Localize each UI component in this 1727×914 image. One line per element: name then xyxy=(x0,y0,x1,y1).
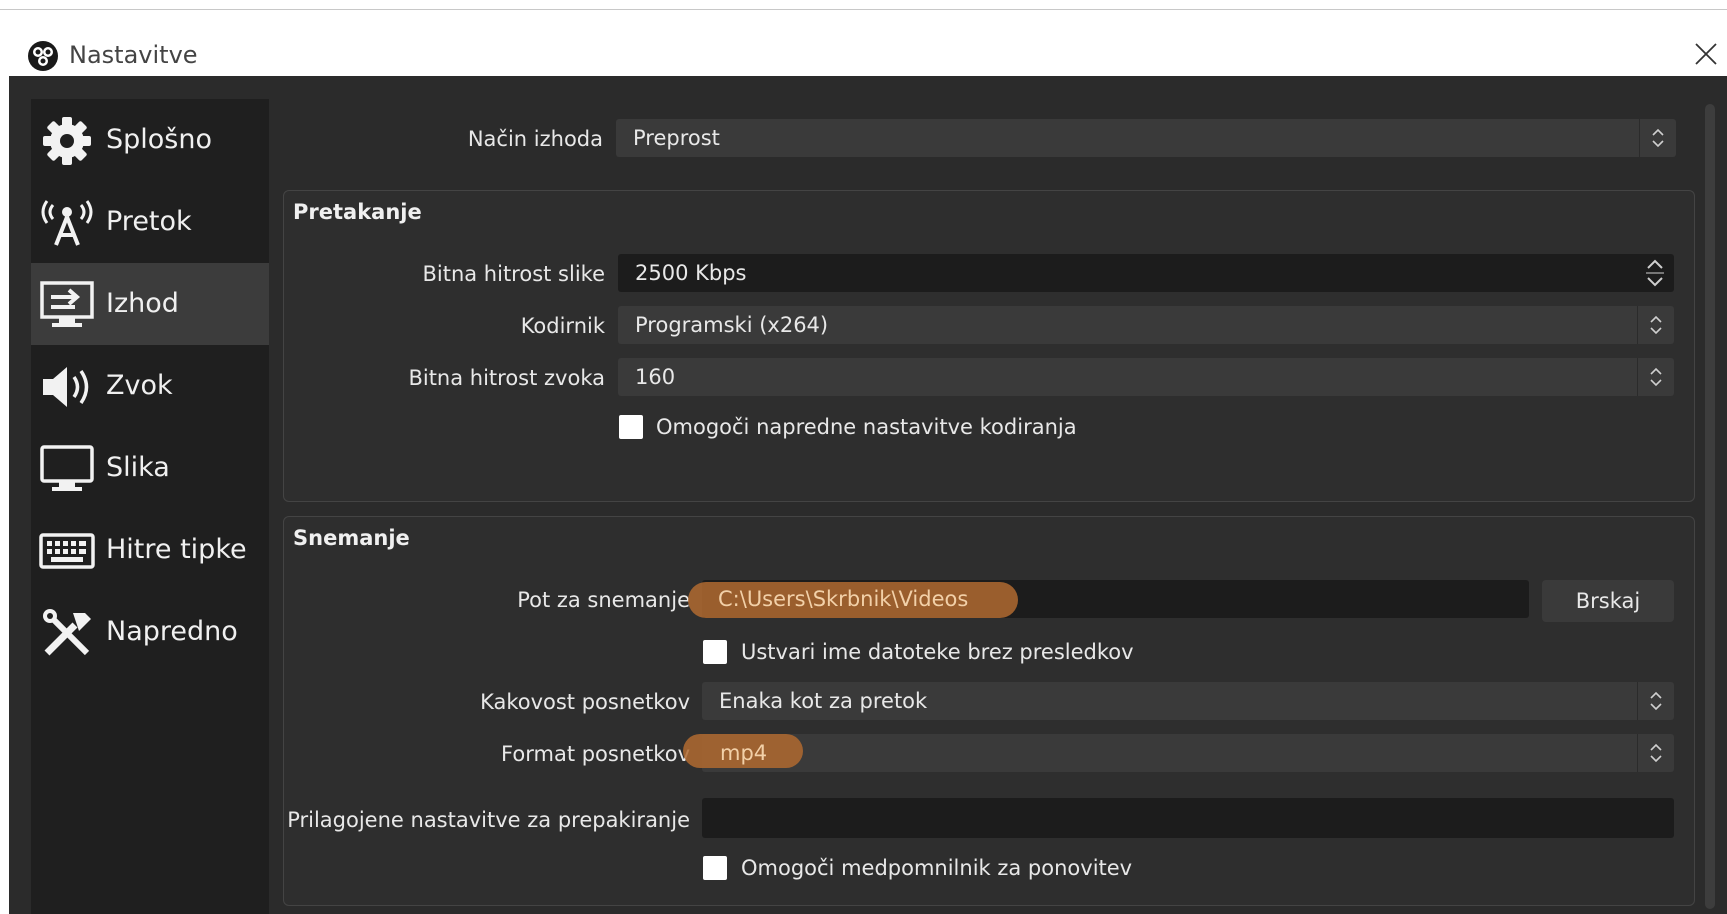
streaming-title: Pretakanje xyxy=(293,200,422,224)
chevron-updown-icon xyxy=(1637,682,1674,720)
sidebar-item-label: Hitre tipke xyxy=(106,534,247,565)
recording-path-label: Pot za snemanje xyxy=(517,588,690,612)
sidebar-item-advanced[interactable]: Napredno xyxy=(31,591,269,673)
streaming-group xyxy=(283,190,1695,502)
recording-title: Snemanje xyxy=(293,526,410,550)
video-bitrate-label: Bitna hitrost slike xyxy=(422,262,605,286)
replay-buffer-label: Omogoči medpomnilnik za ponovitev xyxy=(741,856,1133,880)
sidebar-item-label: Pretok xyxy=(106,206,192,237)
recording-quality-select[interactable]: Enaka kot za pretok xyxy=(702,682,1674,720)
output-mode-label: Način izhoda xyxy=(467,127,603,151)
advanced-encoder-label: Omogoči napredne nastavitve kodiranja xyxy=(656,415,1077,439)
chevron-updown-icon xyxy=(1637,306,1674,344)
browse-button[interactable]: Brskaj xyxy=(1542,580,1674,622)
sidebar-item-hotkeys[interactable]: Hitre tipke xyxy=(31,509,269,591)
sidebar-item-audio[interactable]: Zvok xyxy=(31,345,269,427)
recording-format-value: mp4 xyxy=(720,741,768,765)
gear-icon xyxy=(43,117,91,165)
recording-quality-label: Kakovost posnetkov xyxy=(480,690,690,714)
no-spaces-checkbox[interactable] xyxy=(703,640,727,664)
title-bar: Nastavitve xyxy=(0,10,1727,76)
close-icon[interactable] xyxy=(1688,36,1722,70)
replay-buffer-checkbox[interactable] xyxy=(703,856,727,880)
encoder-label: Kodirnik xyxy=(520,314,605,338)
audio-bitrate-select[interactable]: 160 xyxy=(618,358,1674,396)
sidebar-item-label: Izhod xyxy=(106,288,179,319)
muxer-settings-label: Prilagojene nastavitve za prepakiranje xyxy=(287,808,690,832)
spinner-arrows-icon[interactable] xyxy=(1638,254,1674,292)
sidebar-item-label: Napredno xyxy=(106,616,238,647)
sidebar-item-output[interactable]: Izhod xyxy=(31,263,269,345)
broadcast-antenna-icon xyxy=(41,200,93,246)
recording-path-value: C:\Users\Skrbnik\Videos xyxy=(718,587,969,611)
recording-format-label: Format posnetkov xyxy=(501,742,690,766)
advanced-encoder-checkbox[interactable] xyxy=(619,415,643,439)
output-mode-select[interactable]: Preprost xyxy=(616,119,1676,157)
no-spaces-label: Ustvari ime datoteke brez presledkov xyxy=(741,640,1134,664)
video-bitrate-input[interactable]: 2500 Kbps xyxy=(618,254,1674,292)
encoder-select[interactable]: Programski (x264) xyxy=(618,306,1674,344)
settings-sidebar: Splošno Pretok Izhod Zvok Slika Hitre ti… xyxy=(31,99,269,914)
sidebar-item-stream[interactable]: Pretok xyxy=(31,181,269,263)
scrollbar-thumb[interactable] xyxy=(1705,104,1715,909)
sidebar-item-general[interactable]: Splošno xyxy=(31,99,269,181)
sidebar-item-video[interactable]: Slika xyxy=(31,427,269,509)
sidebar-item-label: Zvok xyxy=(106,370,173,401)
obs-logo-icon xyxy=(28,41,58,71)
audio-bitrate-label: Bitna hitrost zvoka xyxy=(408,366,605,390)
chevron-updown-icon xyxy=(1639,119,1676,157)
tools-icon xyxy=(43,609,91,656)
window-title: Nastavitve xyxy=(69,41,198,69)
chevron-updown-icon xyxy=(1637,358,1674,396)
sidebar-item-label: Slika xyxy=(106,452,170,483)
recording-format-select[interactable] xyxy=(702,734,1674,772)
output-monitor-icon xyxy=(40,281,94,327)
chevron-updown-icon xyxy=(1637,734,1674,772)
speaker-icon xyxy=(43,367,89,407)
monitor-icon xyxy=(40,445,94,491)
keyboard-icon xyxy=(39,533,95,569)
muxer-settings-input[interactable] xyxy=(702,798,1674,838)
sidebar-item-label: Splošno xyxy=(106,124,212,155)
